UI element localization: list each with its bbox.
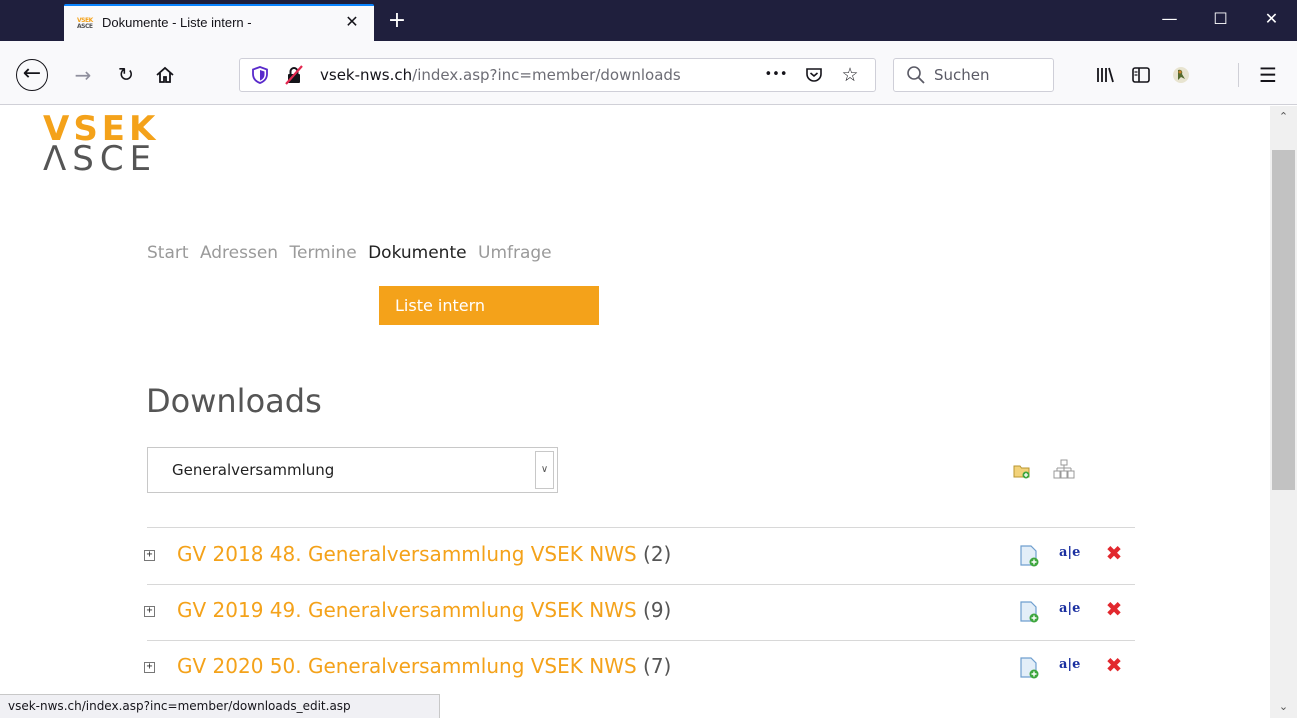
maximize-icon[interactable]: ☐	[1195, 0, 1246, 41]
list-item: + GV 2020 50. Generalversammlung VSEK NW…	[144, 640, 1135, 693]
search-icon	[907, 66, 925, 84]
nav-item-adressen[interactable]: Adressen	[200, 243, 278, 263]
list-item: + GV 2018 48. Generalversammlung VSEK NW…	[144, 528, 1135, 584]
delete-x-icon[interactable]: ✖	[1104, 654, 1124, 676]
library-icon[interactable]	[1090, 60, 1120, 90]
navigation-toolbar: ← → ↻ vsek-nws.ch/index.asp?inc=member/d…	[0, 41, 1297, 105]
category-select[interactable]: Generalversammlung ∨	[147, 447, 558, 493]
expand-plus-icon[interactable]: +	[144, 662, 155, 673]
delete-x-icon[interactable]: ✖	[1104, 598, 1124, 620]
site-logo[interactable]: VSEK ΛSCE	[43, 112, 159, 176]
search-placeholder: Suchen	[934, 66, 990, 84]
rename-text-icon[interactable]: a|e	[1059, 598, 1081, 622]
url-bar[interactable]: vsek-nws.ch/index.asp?inc=member/downloa…	[239, 58, 876, 92]
page-actions-icon[interactable]: •••	[763, 62, 789, 88]
title-bar: VSEK ASCE Dokumente - Liste intern - ✕ +…	[0, 0, 1297, 41]
search-bar[interactable]: Suchen	[893, 58, 1054, 92]
folder-title-link[interactable]: GV 2020 50. Generalversammlung VSEK NWS …	[177, 654, 671, 678]
main-navigation: Start Adressen Termine Dokumente Umfrage	[147, 243, 558, 263]
new-tab-button[interactable]: +	[383, 8, 411, 36]
browser-window: VSEK ASCE Dokumente - Liste intern - ✕ +…	[0, 0, 1297, 718]
add-file-icon[interactable]	[1019, 545, 1039, 567]
expand-plus-icon[interactable]: +	[144, 550, 155, 561]
tracking-protection-shield-icon[interactable]	[252, 66, 268, 84]
forward-arrow-icon[interactable]: →	[68, 60, 98, 90]
add-file-icon[interactable]	[1019, 657, 1039, 679]
toolbar-separator	[1238, 63, 1239, 87]
tab-title: Dokumente - Liste intern -	[102, 15, 252, 30]
page-title: Downloads	[146, 382, 322, 420]
url-text[interactable]: vsek-nws.ch/index.asp?inc=member/downloa…	[320, 66, 720, 84]
rename-text-icon[interactable]: a|e	[1059, 654, 1081, 678]
hamburger-menu-icon[interactable]: ☰	[1253, 60, 1283, 90]
scrollbar-thumb[interactable]	[1272, 150, 1295, 490]
list-item: + GV 2019 49. Generalversammlung VSEK NW…	[144, 584, 1135, 640]
folder-tree-icon[interactable]	[1053, 459, 1075, 481]
home-icon[interactable]	[150, 60, 180, 90]
reload-icon[interactable]: ↻	[111, 60, 141, 90]
extension-icon[interactable]	[1166, 60, 1196, 90]
close-window-icon[interactable]: ✕	[1246, 0, 1297, 41]
tab-close-icon[interactable]: ✕	[340, 10, 364, 34]
add-folder-icon[interactable]	[1013, 463, 1031, 479]
window-controls: — ☐ ✕	[1144, 0, 1297, 41]
bookmark-star-icon[interactable]: ☆	[837, 62, 863, 88]
rename-text-icon[interactable]: a|e	[1059, 542, 1081, 566]
nav-item-dokumente[interactable]: Dokumente	[368, 243, 467, 263]
nav-item-termine[interactable]: Termine	[290, 243, 357, 263]
sidebar-icon[interactable]	[1126, 60, 1156, 90]
scroll-down-arrow-icon[interactable]: ⌄	[1270, 696, 1297, 718]
subnav-item-liste-intern[interactable]: Liste intern	[379, 286, 599, 325]
page-content: VSEK ΛSCE Start Adressen Termine Dokumen…	[0, 106, 1270, 693]
scroll-up-arrow-icon[interactable]: ⌃	[1270, 106, 1297, 128]
category-select-value: Generalversammlung	[172, 461, 335, 479]
add-file-icon[interactable]	[1019, 601, 1039, 623]
chevron-down-icon[interactable]: ∨	[535, 451, 554, 489]
minimize-icon[interactable]: —	[1144, 0, 1195, 41]
insecure-lock-icon[interactable]	[284, 65, 304, 85]
browser-tab[interactable]: VSEK ASCE Dokumente - Liste intern - ✕	[64, 4, 374, 41]
nav-item-umfrage[interactable]: Umfrage	[478, 243, 552, 263]
site-favicon-icon: VSEK ASCE	[77, 17, 93, 30]
expand-plus-icon[interactable]: +	[144, 606, 155, 617]
folder-title-link[interactable]: GV 2018 48. Generalversammlung VSEK NWS …	[177, 542, 671, 566]
delete-x-icon[interactable]: ✖	[1104, 542, 1124, 564]
pocket-icon[interactable]	[801, 62, 827, 88]
nav-item-start[interactable]: Start	[147, 243, 189, 263]
back-arrow-icon[interactable]: ←	[16, 59, 48, 91]
status-url-tooltip: vsek-nws.ch/index.asp?inc=member/downloa…	[0, 694, 440, 718]
folder-title-link[interactable]: GV 2019 49. Generalversammlung VSEK NWS …	[177, 598, 671, 622]
vertical-scrollbar[interactable]: ⌃ ⌄	[1270, 106, 1297, 718]
